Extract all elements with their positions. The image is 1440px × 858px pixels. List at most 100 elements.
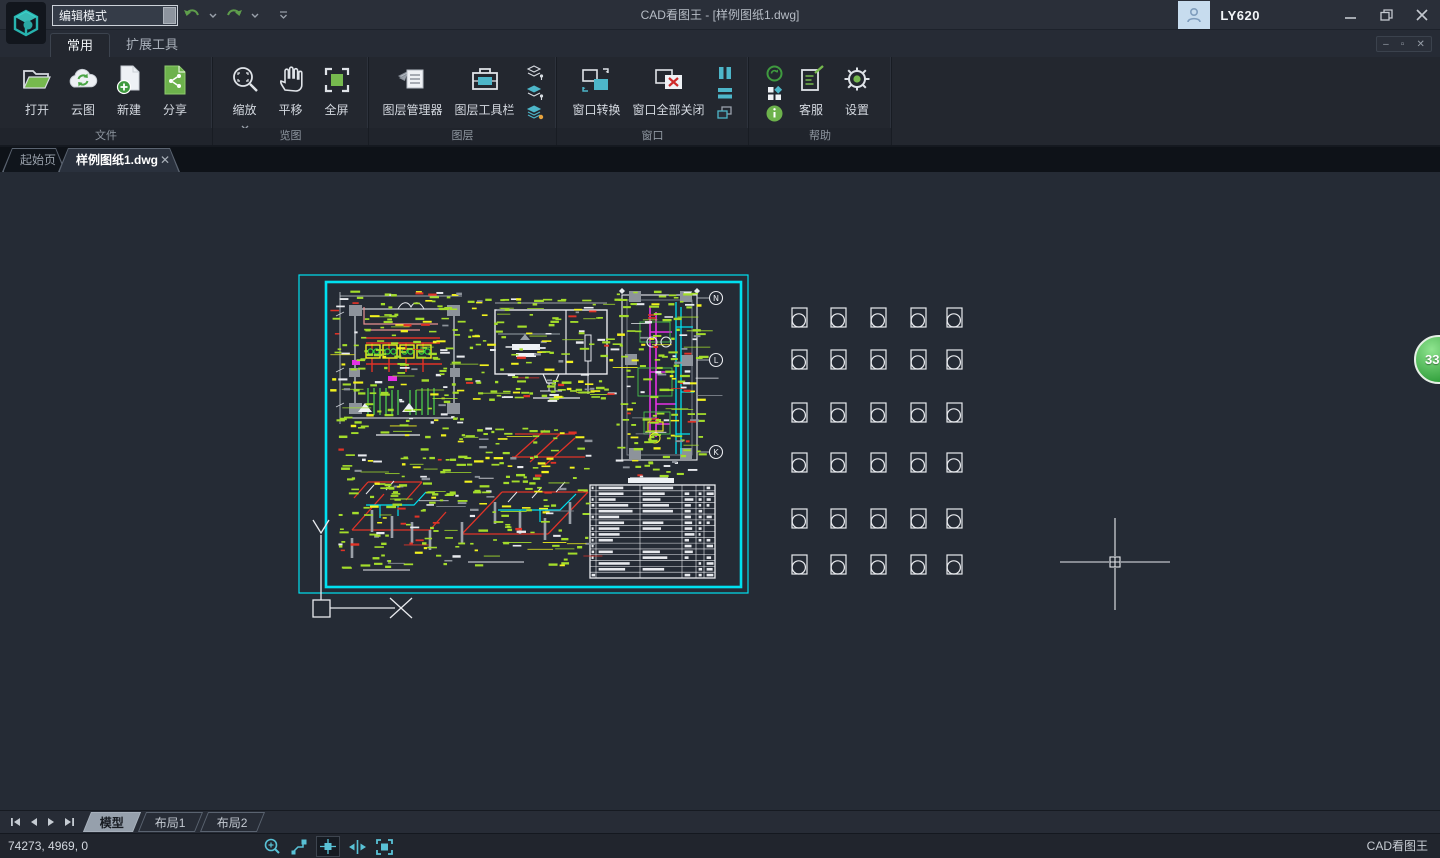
window-switch-icon xyxy=(579,62,613,98)
mode-select-value: 编辑模式 xyxy=(53,7,163,24)
group-label-window: 窗口 xyxy=(557,128,748,145)
info-icon[interactable] xyxy=(764,104,784,122)
ribbon-group-file: 打开 云图 新建 分享 xyxy=(0,57,213,145)
doc-minimize-icon[interactable]: – xyxy=(1383,39,1389,50)
window-title: CAD看图王 - [样例图纸1.dwg] xyxy=(400,0,1040,30)
username[interactable]: LY620 xyxy=(1220,8,1260,23)
polyline-mode-icon[interactable] xyxy=(289,837,309,857)
close-button[interactable] xyxy=(1404,0,1440,30)
restore-button[interactable] xyxy=(1368,0,1404,30)
ribbon-group-window: 窗口转换 窗口全部关闭 xyxy=(557,57,749,145)
tab-common[interactable]: 常用 xyxy=(50,33,110,57)
fullscreen-icon xyxy=(320,62,354,98)
quick-access-toolbar xyxy=(182,6,288,24)
group-label-view: 览图 xyxy=(213,128,368,145)
app-logo-icon[interactable] xyxy=(6,2,46,44)
title-bar: 编辑模式 CAD看图王 - [样例图纸1.dwg] xyxy=(0,0,1440,30)
tab-start-page[interactable]: 起始页 xyxy=(2,148,66,172)
tab-extended-tools[interactable]: 扩展工具 xyxy=(110,33,194,57)
zoom-extents-icon[interactable] xyxy=(262,837,282,857)
settings-gear-icon xyxy=(840,62,874,98)
zoom-button[interactable]: 缩放 xyxy=(222,60,268,125)
schedule-table xyxy=(590,478,715,578)
layer-isolate-icon[interactable] xyxy=(525,64,545,82)
group-label-file: 文件 xyxy=(0,128,212,145)
customize-quick-access-icon[interactable] xyxy=(278,6,288,24)
share-icon xyxy=(158,62,192,98)
fullscreen-button[interactable]: 全屏 xyxy=(314,60,360,118)
window-small-buttons xyxy=(711,60,739,122)
doc-restore-icon[interactable]: ▫ xyxy=(1401,39,1405,50)
undo-dropdown-icon[interactable] xyxy=(208,6,218,24)
grid-bubble-n: N xyxy=(713,294,719,303)
customer-service-icon xyxy=(794,62,828,98)
mode-select-dropdown-icon[interactable] xyxy=(163,7,176,24)
crosshair-cursor xyxy=(1060,518,1170,610)
user-area[interactable]: LY620 xyxy=(1178,0,1260,30)
last-layout-icon[interactable] xyxy=(64,817,75,827)
check-update-icon[interactable] xyxy=(764,64,784,82)
app-window: 编辑模式 CAD看图王 - [样例图纸1.dwg] xyxy=(0,0,1440,858)
settings-button[interactable]: 设置 xyxy=(834,60,880,118)
tile-vertical-icon[interactable] xyxy=(715,64,735,82)
cursor-coordinates: 74273, 4969, 0 xyxy=(8,834,88,858)
status-bar: 74273, 4969, 0 CAD看图王 xyxy=(0,833,1440,858)
ribbon-group-help: 客服 设置 帮助 xyxy=(749,57,892,145)
tab-layout2[interactable]: 布局2 xyxy=(200,812,265,832)
new-button[interactable]: 新建 xyxy=(106,60,152,118)
tab-model[interactable]: 模型 xyxy=(83,812,141,832)
cad-drawing: N L K xyxy=(0,172,1440,810)
ribbon-tab-row: 常用 扩展工具 – ▫ ✕ xyxy=(0,30,1440,57)
next-layout-icon[interactable] xyxy=(47,817,55,827)
redo-dropdown-icon[interactable] xyxy=(250,6,260,24)
zoom-dropdown-icon[interactable] xyxy=(241,119,249,125)
cascade-windows-icon[interactable] xyxy=(715,104,735,122)
close-all-windows-icon xyxy=(652,62,686,98)
customer-service-button[interactable]: 客服 xyxy=(788,60,834,118)
window-switch-button[interactable]: 窗口转换 xyxy=(566,60,626,118)
layer-manager-icon xyxy=(395,62,429,98)
layout-tab-bar: 模型 布局1 布局2 xyxy=(0,810,1440,833)
close-all-windows-button[interactable]: 窗口全部关闭 xyxy=(627,60,711,118)
tile-horizontal-icon[interactable] xyxy=(715,84,735,102)
open-button[interactable]: 打开 xyxy=(14,60,60,118)
grid-bubble-k: K xyxy=(713,448,719,457)
ribbon-group-view: 缩放 平移 全屏 览图 xyxy=(213,57,369,145)
layer-on-icon[interactable] xyxy=(525,84,545,102)
pan-hand-icon xyxy=(274,62,308,98)
object-snap-icon[interactable] xyxy=(347,837,367,857)
first-layout-icon[interactable] xyxy=(10,817,21,827)
document-window-controls: – ▫ ✕ xyxy=(1376,36,1432,52)
ucs-icon xyxy=(313,520,412,618)
tab-sample-drawing[interactable]: 样例图纸1.dwg ✕ xyxy=(58,148,180,172)
group-label-help: 帮助 xyxy=(749,128,891,145)
fullscreen-toggle-icon[interactable] xyxy=(374,837,394,857)
redo-button[interactable] xyxy=(224,6,244,24)
layer-small-buttons xyxy=(521,60,549,122)
user-avatar[interactable] xyxy=(1178,1,1210,29)
layer-previous-icon[interactable] xyxy=(525,104,545,122)
crosshair-mode-icon[interactable] xyxy=(316,836,340,857)
prev-layout-icon[interactable] xyxy=(30,817,38,827)
ribbon: 打开 云图 新建 分享 xyxy=(0,57,1440,147)
new-document-icon xyxy=(112,62,146,98)
feature-grid-icon[interactable] xyxy=(764,84,784,102)
layer-manager-button[interactable]: 图层管理器 xyxy=(376,60,448,118)
window-controls xyxy=(1332,0,1440,30)
document-tab-bar: 起始页 样例图纸1.dwg ✕ xyxy=(0,147,1440,172)
minimize-button[interactable] xyxy=(1332,0,1368,30)
doc-close-icon[interactable]: ✕ xyxy=(1417,39,1425,50)
block-symbol-grid xyxy=(792,308,962,574)
cloud-drawings-button[interactable]: 云图 xyxy=(60,60,106,118)
layer-toolbar-icon xyxy=(468,62,502,98)
layout-nav xyxy=(0,817,87,827)
undo-button[interactable] xyxy=(182,6,202,24)
drawing-canvas[interactable]: N L K xyxy=(0,172,1440,810)
layer-toolbar-button[interactable]: 图层工具栏 xyxy=(449,60,521,118)
group-label-layers: 图层 xyxy=(369,128,556,145)
pan-button[interactable]: 平移 xyxy=(268,60,314,118)
tab-close-icon[interactable]: ✕ xyxy=(160,153,170,167)
share-button[interactable]: 分享 xyxy=(152,60,198,118)
mode-select[interactable]: 编辑模式 xyxy=(52,5,178,26)
tab-layout1[interactable]: 布局1 xyxy=(138,812,203,832)
